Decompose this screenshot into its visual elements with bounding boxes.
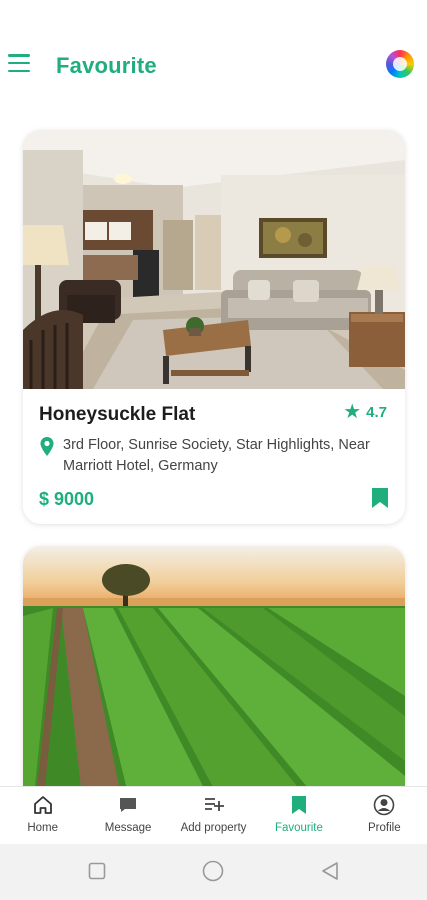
nav-label: Profile	[368, 822, 401, 834]
location-pin-icon	[40, 437, 54, 456]
nav-message[interactable]: Message	[85, 787, 170, 844]
nav-add-property[interactable]: Add property	[171, 787, 256, 844]
nav-label: Message	[104, 822, 152, 834]
nav-profile[interactable]: Profile	[342, 787, 427, 844]
system-nav-bar	[0, 844, 427, 900]
nav-label: Favourite	[274, 822, 323, 834]
property-address: 3rd Floor, Sunrise Society, Star Highlig…	[39, 435, 389, 477]
nav-home[interactable]: Home	[0, 787, 85, 844]
property-card[interactable]	[23, 546, 405, 786]
recents-square-icon[interactable]	[88, 862, 106, 880]
property-name: Honeysuckle Flat	[39, 404, 196, 425]
nav-label: Home	[27, 822, 59, 834]
message-icon	[120, 798, 137, 812]
address-text: 3rd Floor, Sunrise Society, Star Highlig…	[63, 437, 370, 474]
home-circle-icon[interactable]	[202, 860, 224, 882]
star-icon: ★	[343, 401, 362, 423]
home-icon	[33, 796, 52, 814]
nav-label: Add property	[180, 822, 247, 834]
property-card[interactable]: Honeysuckle Flat ★ 4.7 3rd Floor, Sunris…	[23, 130, 405, 524]
back-triangle-icon[interactable]	[320, 861, 340, 881]
avatar[interactable]	[386, 50, 414, 78]
profile-icon	[374, 794, 395, 816]
favourites-list[interactable]: Honeysuckle Flat ★ 4.7 3rd Floor, Sunris…	[0, 110, 427, 786]
farm-field-photo	[23, 546, 405, 786]
bookmark-icon	[291, 796, 306, 814]
app-header: Favourite	[0, 0, 427, 110]
nav-favourite[interactable]: Favourite	[256, 787, 341, 844]
rating: ★ 4.7	[343, 402, 387, 422]
hamburger-menu-icon[interactable]	[8, 54, 30, 74]
property-price: $ 9000	[39, 489, 95, 509]
page-title: Favourite	[56, 53, 157, 78]
bottom-nav: Home Message Add property Favourite Prof…	[0, 786, 427, 844]
add-property-icon	[204, 798, 224, 811]
rating-value: 4.7	[366, 403, 387, 421]
bookmark-icon[interactable]	[371, 487, 389, 509]
living-room-photo	[23, 130, 405, 389]
